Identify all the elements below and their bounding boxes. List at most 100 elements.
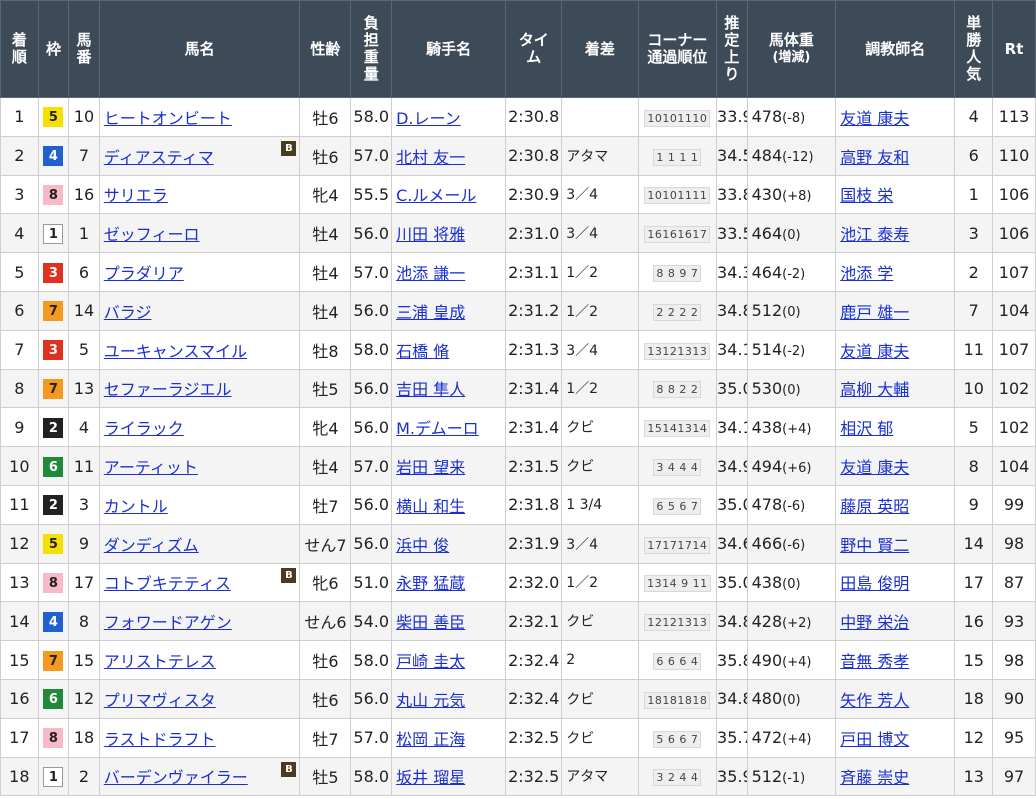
jockey-link[interactable]: 池添 謙一 bbox=[396, 264, 465, 283]
rating: 106 bbox=[992, 174, 1036, 215]
race-results-table: 着順 枠 馬番 馬名 性齢 負担重量 騎手名 タイム 着差 コーナー 通過順位 推… bbox=[0, 0, 1036, 797]
carried-weight: 55.5 bbox=[350, 174, 393, 215]
race-time: 2:31.2 bbox=[505, 290, 563, 331]
horse-name-link[interactable]: バラジ bbox=[104, 303, 152, 322]
body-weight-cell: 464(-2) bbox=[746, 252, 837, 292]
header-rating[interactable]: Rt bbox=[992, 0, 1036, 98]
trainer-link[interactable]: 矢作 芳人 bbox=[840, 691, 909, 710]
trainer-link[interactable]: 田島 俊明 bbox=[840, 574, 909, 593]
body-weight-cell: 438(+4) bbox=[746, 407, 837, 448]
jockey-link[interactable]: 永野 猛蔵 bbox=[396, 574, 465, 593]
trainer-link[interactable]: 中野 栄治 bbox=[840, 613, 909, 632]
header-corner[interactable]: コーナー 通過順位 bbox=[637, 0, 718, 98]
horse-name-link[interactable]: ゼッフィーロ bbox=[104, 225, 200, 244]
header-bodyweight[interactable]: 馬体重 (増減) bbox=[746, 0, 837, 98]
horse-name-link[interactable]: バーデンヴァイラー bbox=[104, 768, 248, 787]
jockey-link[interactable]: 横山 和生 bbox=[396, 497, 465, 516]
jockey-link[interactable]: 北村 友一 bbox=[396, 148, 465, 167]
trainer-link[interactable]: 国枝 栄 bbox=[840, 186, 893, 205]
header-margin[interactable]: 着差 bbox=[561, 0, 639, 98]
last-3f: 34.9 bbox=[716, 446, 748, 486]
jockey-link[interactable]: 坂井 瑠星 bbox=[396, 768, 465, 787]
horse-name-link[interactable]: ラストドラフト bbox=[104, 730, 216, 749]
trainer-link[interactable]: 友道 康夫 bbox=[840, 342, 909, 361]
trainer-link[interactable]: 斉藤 崇史 bbox=[840, 768, 909, 787]
body-weight-cell: 466(-6) bbox=[746, 523, 837, 564]
popularity: 15 bbox=[954, 640, 994, 680]
last-3f: 35.9 bbox=[716, 756, 748, 797]
header-waku[interactable]: 枠 bbox=[37, 0, 70, 98]
header-weight[interactable]: 負担重量 bbox=[350, 0, 393, 98]
header-last3f[interactable]: 推定上り bbox=[716, 0, 748, 98]
header-num[interactable]: 馬番 bbox=[68, 0, 100, 98]
jockey-link[interactable]: 松岡 正海 bbox=[396, 730, 465, 749]
race-time: 2:31.9 bbox=[505, 523, 563, 564]
trainer-link[interactable]: 戸田 博文 bbox=[840, 730, 909, 749]
carried-weight: 58.0 bbox=[350, 640, 393, 680]
horse-name-link[interactable]: ダンディズム bbox=[104, 536, 199, 555]
trainer-link[interactable]: 藤原 英昭 bbox=[840, 497, 909, 516]
trainer-link[interactable]: 友道 康夫 bbox=[840, 458, 909, 477]
horse-name-link[interactable]: コトブキテティス bbox=[104, 574, 231, 593]
trainer-link[interactable]: 高柳 大輔 bbox=[840, 380, 909, 399]
jockey-link[interactable]: 丸山 元気 bbox=[396, 691, 465, 710]
jockey-link[interactable]: C.ルメール bbox=[396, 186, 476, 205]
horse-name-link[interactable]: セファーラジエル bbox=[104, 380, 232, 399]
trainer-link[interactable]: 音無 秀孝 bbox=[840, 652, 909, 671]
horse-number: 10 bbox=[68, 97, 100, 137]
jockey-link[interactable]: 浜中 俊 bbox=[396, 536, 449, 555]
horse-name-link[interactable]: ユーキャンスマイル bbox=[104, 342, 247, 361]
horse-name-link[interactable]: アーティット bbox=[104, 458, 198, 477]
trainer-link[interactable]: 池江 泰寿 bbox=[840, 225, 909, 244]
popularity: 11 bbox=[954, 329, 994, 370]
horse-name-link[interactable]: ヒートオンビート bbox=[104, 109, 232, 128]
horse-name-link[interactable]: フォワードアゲン bbox=[104, 613, 232, 632]
trainer-link[interactable]: 高野 友和 bbox=[840, 148, 909, 167]
horse-name-link[interactable]: ライラック bbox=[104, 419, 184, 438]
finish-order: 15 bbox=[0, 640, 39, 680]
body-weight-diff: (0) bbox=[782, 227, 801, 243]
jockey-cell: 吉田 隼人 bbox=[391, 368, 507, 409]
jockey-link[interactable]: 戸崎 圭太 bbox=[396, 652, 465, 671]
trainer-link[interactable]: 友道 康夫 bbox=[840, 109, 909, 128]
horse-name-link[interactable]: サリエラ bbox=[104, 186, 168, 205]
jockey-link[interactable]: 三浦 皇成 bbox=[396, 303, 465, 322]
header-age[interactable]: 性齢 bbox=[299, 0, 352, 98]
trainer-link[interactable]: 鹿戸 雄一 bbox=[840, 303, 909, 322]
jockey-cell: 横山 和生 bbox=[391, 484, 507, 525]
jockey-link[interactable]: 川田 将雅 bbox=[396, 225, 465, 244]
horse-name-link[interactable]: プリマヴィスタ bbox=[104, 691, 216, 710]
trainer-link[interactable]: 相沢 郁 bbox=[840, 419, 893, 438]
jockey-link[interactable]: 石橋 脩 bbox=[396, 342, 449, 361]
header-order[interactable]: 着順 bbox=[0, 0, 39, 98]
trainer-cell: 鹿戸 雄一 bbox=[835, 290, 956, 331]
horse-name-link[interactable]: カントル bbox=[104, 497, 168, 516]
jockey-link[interactable]: M.デムーロ bbox=[396, 419, 479, 438]
waku-cell: 2 bbox=[37, 407, 70, 448]
horse-name-link[interactable]: プラダリア bbox=[104, 264, 184, 283]
jockey-link[interactable]: D.レーン bbox=[396, 109, 461, 128]
rating: 106 bbox=[992, 213, 1036, 254]
jockey-link[interactable]: 吉田 隼人 bbox=[396, 380, 465, 399]
trainer-link[interactable]: 野中 賢二 bbox=[840, 536, 909, 555]
margin: 1／2 bbox=[561, 252, 639, 292]
jockey-link[interactable]: 岩田 望来 bbox=[396, 458, 465, 477]
header-trainer[interactable]: 調教師名 bbox=[835, 0, 956, 98]
waku-badge: 4 bbox=[43, 611, 64, 632]
horse-name-link[interactable]: アリストテレス bbox=[104, 652, 216, 671]
jockey-link[interactable]: 柴田 善臣 bbox=[396, 613, 465, 632]
horse-number: 3 bbox=[68, 484, 100, 525]
header-popularity[interactable]: 単勝人気 bbox=[954, 0, 994, 98]
trainer-cell: 高柳 大輔 bbox=[835, 368, 956, 409]
trainer-link[interactable]: 池添 学 bbox=[840, 264, 893, 283]
header-time[interactable]: タイム bbox=[505, 0, 563, 98]
header-horse[interactable]: 馬名 bbox=[98, 0, 301, 98]
header-jockey[interactable]: 騎手名 bbox=[391, 0, 507, 98]
jockey-cell: D.レーン bbox=[391, 97, 507, 137]
rating: 98 bbox=[992, 523, 1036, 564]
race-time: 2:32.4 bbox=[505, 640, 563, 680]
carried-weight: 51.0 bbox=[350, 562, 393, 603]
horse-name-link[interactable]: ディアスティマ bbox=[104, 148, 214, 167]
body-weight-diff: (+6) bbox=[782, 460, 812, 476]
waku-cell: 4 bbox=[37, 135, 70, 176]
